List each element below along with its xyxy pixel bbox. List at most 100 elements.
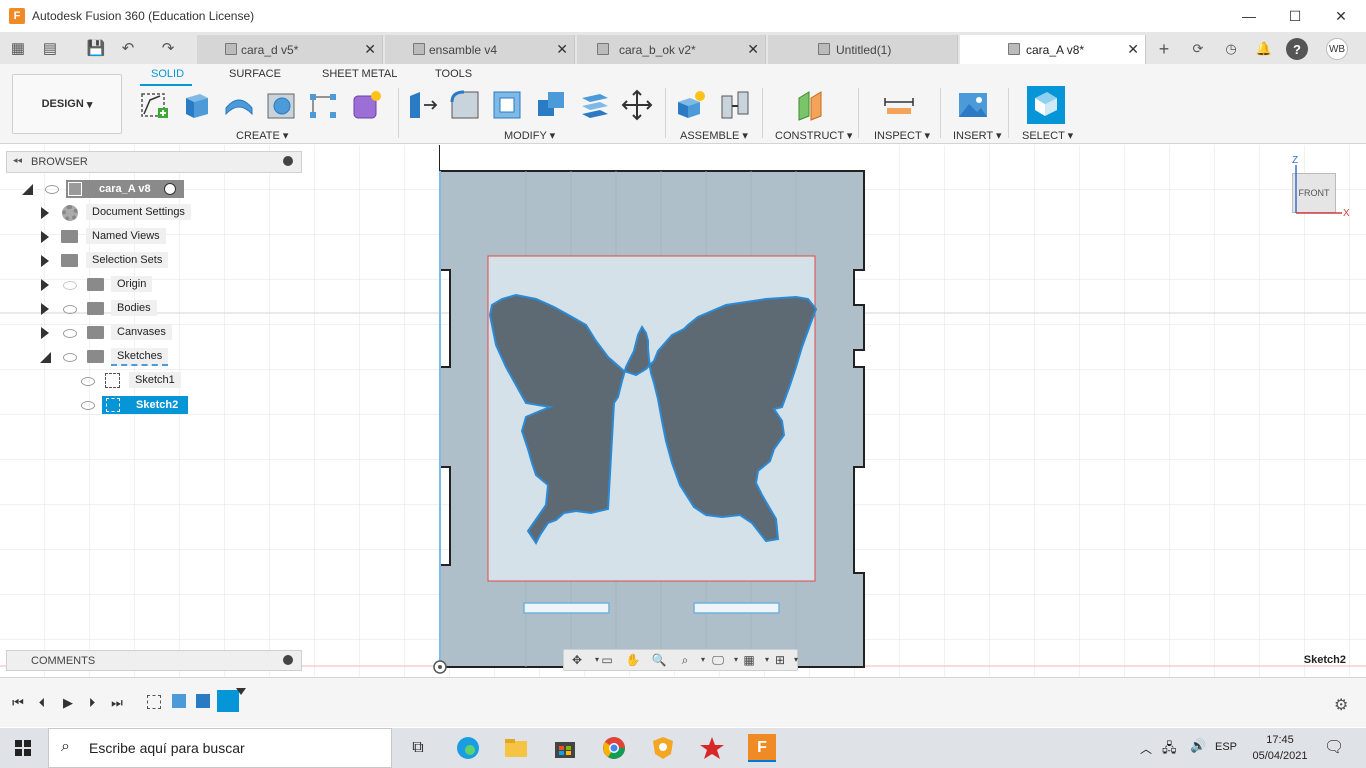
tab-ensamble[interactable]: ensamble v4 ✕: [385, 35, 575, 64]
construct-menu[interactable]: CONSTRUCT ▾: [775, 129, 852, 142]
go-to-end-icon[interactable]: ⏭: [109, 695, 125, 711]
comments-panel-header[interactable]: COMMENTS: [6, 650, 302, 671]
expand-right-icon[interactable]: [41, 303, 49, 315]
pattern-icon[interactable]: [306, 88, 340, 122]
redo-icon[interactable]: ↷: [158, 38, 178, 58]
hole-icon[interactable]: [264, 88, 298, 122]
new-component-icon[interactable]: [674, 88, 708, 122]
visibility-eye-icon[interactable]: [45, 185, 59, 194]
browser-panel-header[interactable]: ◂◂ BROWSER: [6, 151, 302, 173]
expand-right-icon[interactable]: [41, 207, 49, 219]
notification-center-icon[interactable]: 🗨: [1324, 737, 1344, 757]
extrude-icon[interactable]: [180, 88, 214, 122]
tab-tools[interactable]: TOOLS: [435, 68, 472, 80]
origin-point-icon[interactable]: [432, 659, 448, 675]
tab-close-icon[interactable]: ✕: [364, 41, 376, 58]
close-button[interactable]: ✕: [1318, 0, 1364, 32]
combine-icon[interactable]: [534, 88, 568, 122]
fusion-taskbar-icon[interactable]: F: [748, 734, 776, 762]
offset-plane-icon[interactable]: [793, 88, 827, 122]
joint-icon[interactable]: [718, 88, 752, 122]
activate-radio-icon[interactable]: [164, 183, 176, 195]
tab-untitled[interactable]: Untitled(1): [768, 35, 958, 64]
go-to-start-icon[interactable]: ⏮: [10, 695, 26, 711]
tab-cara-b-ok[interactable]: cara_b_ok v2* ✕: [577, 35, 766, 64]
revolve-icon[interactable]: [222, 88, 256, 122]
app-star-icon[interactable]: [698, 734, 726, 762]
shell-icon[interactable]: [490, 88, 524, 122]
tab-sheet-metal[interactable]: SHEET METAL: [322, 68, 397, 80]
timeline-extrude-icon[interactable]: [172, 694, 186, 708]
browser-collapse-icon[interactable]: [283, 156, 293, 166]
task-view-icon[interactable]: ⧉: [404, 734, 432, 762]
offset-face-icon[interactable]: [578, 88, 612, 122]
step-forward-icon[interactable]: ⏵: [84, 695, 100, 711]
brave-shield-icon[interactable]: [649, 734, 677, 762]
grid-settings-icon[interactable]: ▦: [740, 652, 758, 668]
undo-icon[interactable]: ↶: [118, 38, 138, 58]
chrome-icon[interactable]: [600, 734, 628, 762]
expand-right-icon[interactable]: [41, 279, 49, 291]
visibility-eye-icon[interactable]: [63, 353, 77, 362]
pan-hand-icon[interactable]: ✋: [624, 652, 642, 668]
tab-cara-a[interactable]: cara_A v8* ✕: [960, 35, 1146, 64]
play-icon[interactable]: ▶: [60, 695, 76, 711]
create-form-icon[interactable]: [350, 88, 384, 122]
timeline-sketch1-icon[interactable]: [147, 695, 161, 709]
modeling-canvas[interactable]: FRONT Z X: [0, 145, 1366, 677]
expand-right-icon[interactable]: [41, 327, 49, 339]
expand-right-icon[interactable]: [41, 231, 49, 243]
visibility-eye-icon[interactable]: [63, 305, 77, 314]
job-status-icon[interactable]: ◷: [1220, 38, 1242, 60]
expand-down-icon[interactable]: [22, 184, 33, 195]
notifications-bell-icon[interactable]: 🔔: [1253, 38, 1275, 60]
hidden-eye-icon[interactable]: [63, 281, 77, 290]
tab-surface[interactable]: SURFACE: [229, 68, 281, 80]
press-pull-icon[interactable]: [406, 88, 440, 122]
fillet-icon[interactable]: [448, 88, 482, 122]
help-icon[interactable]: ?: [1286, 38, 1308, 60]
new-tab-plus-icon[interactable]: +: [1153, 38, 1175, 60]
zoom-icon[interactable]: 🔍: [650, 652, 668, 668]
viewports-dropdown-icon[interactable]: ▾: [787, 652, 805, 668]
user-avatar[interactable]: WB: [1326, 38, 1348, 60]
system-clock[interactable]: 17:45 05/04/2021: [1240, 732, 1320, 764]
step-back-icon[interactable]: ⏴: [34, 695, 50, 711]
minimize-button[interactable]: —: [1226, 0, 1272, 32]
save-icon[interactable]: 💾: [86, 38, 106, 58]
insert-menu[interactable]: INSERT ▾: [953, 129, 1002, 142]
language-indicator[interactable]: ESP: [1215, 741, 1237, 753]
look-at-icon[interactable]: ▭: [598, 652, 616, 668]
windows-start-icon[interactable]: [15, 740, 31, 756]
data-panel-grid-icon[interactable]: ▦: [8, 38, 28, 58]
move-copy-icon[interactable]: [620, 88, 654, 122]
add-comment-icon[interactable]: [283, 655, 293, 665]
inspect-menu[interactable]: INSPECT ▾: [874, 129, 930, 142]
create-sketch-icon[interactable]: [138, 88, 172, 122]
extensions-icon[interactable]: ⟳: [1187, 38, 1209, 60]
volume-icon[interactable]: 🔊: [1190, 738, 1206, 754]
workspace-switcher-button[interactable]: DESIGN ▾: [12, 74, 122, 134]
file-menu-icon[interactable]: ▤: [40, 38, 60, 58]
collapse-arrows-icon[interactable]: ◂◂: [13, 155, 22, 166]
measure-icon[interactable]: [882, 88, 916, 122]
tab-close-icon[interactable]: ✕: [556, 41, 568, 58]
select-icon[interactable]: [1027, 86, 1065, 124]
visibility-eye-icon[interactable]: [81, 377, 95, 386]
expand-right-icon[interactable]: [41, 255, 49, 267]
modify-menu[interactable]: MODIFY ▾: [504, 129, 555, 142]
visibility-eye-icon[interactable]: [63, 329, 77, 338]
file-explorer-icon[interactable]: [502, 734, 530, 762]
timeline-canvas-icon[interactable]: [196, 694, 210, 708]
taskbar-search-box[interactable]: ⌕ Escribe aquí para buscar: [48, 728, 392, 768]
select-menu[interactable]: SELECT ▾: [1022, 129, 1073, 142]
assemble-menu[interactable]: ASSEMBLE ▾: [680, 129, 748, 142]
timeline-marker-icon[interactable]: [236, 688, 246, 695]
insert-canvas-icon[interactable]: [956, 88, 990, 122]
timeline-settings-gear-icon[interactable]: ⚙: [1334, 695, 1348, 715]
sketch-panel-body[interactable]: [436, 145, 868, 677]
tab-close-icon[interactable]: ✕: [1127, 41, 1139, 58]
tab-cara-d[interactable]: cara_d v5* ✕: [197, 35, 383, 64]
edge-browser-icon[interactable]: [454, 734, 482, 762]
network-icon[interactable]: 🖧: [1162, 739, 1177, 761]
